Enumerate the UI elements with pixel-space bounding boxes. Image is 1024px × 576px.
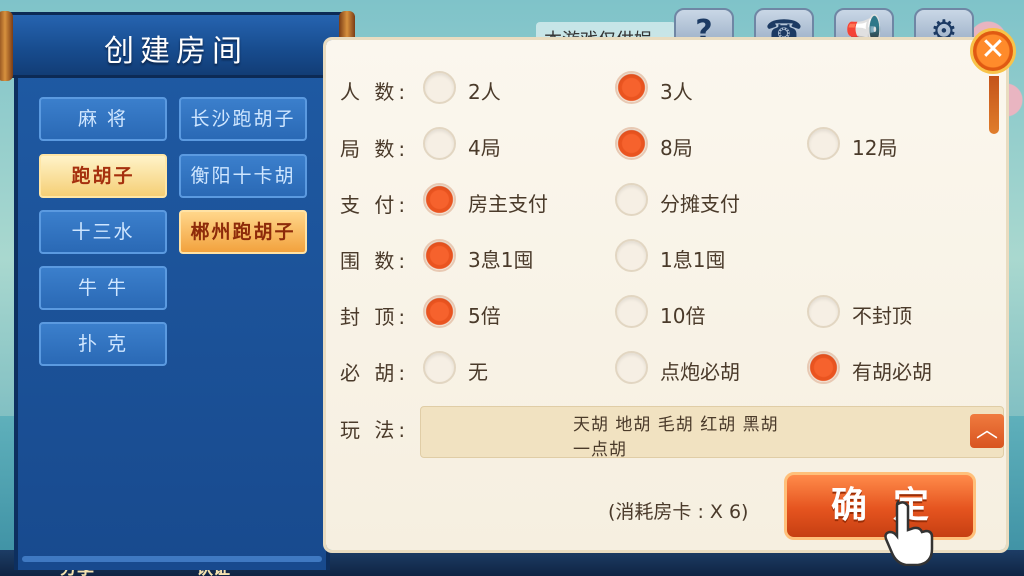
radio-players-3[interactable]: [615, 71, 648, 104]
rules-line-2: 一点胡: [573, 440, 627, 460]
radio-must-hu-dianpao[interactable]: [615, 351, 648, 384]
option-text: 2人: [468, 80, 501, 104]
close-icon[interactable]: ✕: [970, 28, 1016, 74]
tassel-decoration: [989, 76, 999, 134]
option-text: 点炮必胡: [660, 360, 740, 384]
label-must-hu: 必 胡:: [340, 361, 410, 385]
radio-cap-none[interactable]: [807, 295, 840, 328]
radio-enclosure-1[interactable]: [615, 239, 648, 272]
radio-payment-owner[interactable]: [423, 183, 456, 216]
option-text: 1息1囤: [660, 248, 726, 272]
radio-cap-5[interactable]: [423, 295, 456, 328]
radio-rounds-4[interactable]: [423, 127, 456, 160]
radio-payment-split[interactable]: [615, 183, 648, 216]
game-tab-hengyang-shikahu[interactable]: 衡阳十卡胡: [179, 154, 307, 198]
panel-title: 创建房间: [104, 34, 248, 69]
radio-cap-10[interactable]: [615, 295, 648, 328]
label-cap: 封 顶:: [340, 305, 410, 329]
game-tab-paohuzi[interactable]: 跑胡子: [39, 154, 167, 198]
option-text: 有胡必胡: [852, 360, 932, 384]
radio-enclosure-3[interactable]: [423, 239, 456, 272]
game-tab-poker[interactable]: 扑 克: [39, 322, 167, 366]
option-text: 房主支付: [468, 192, 548, 216]
rules-box[interactable]: 天胡 地胡 毛胡 红胡 黑胡 一点胡: [420, 406, 1004, 460]
game-tab-chenzhou-paohuzi[interactable]: 郴州跑胡子: [179, 210, 307, 254]
radio-must-hu-youhu[interactable]: [807, 351, 840, 384]
radio-must-hu-none[interactable]: [423, 351, 456, 384]
label-payment: 支 付:: [340, 193, 410, 217]
option-text: 5倍: [468, 304, 501, 328]
option-text: 不封顶: [852, 304, 912, 328]
game-tab-changsha-paohuzi[interactable]: 长沙跑胡子: [179, 97, 307, 141]
radio-rounds-8[interactable]: [615, 127, 648, 160]
option-text: 3息1囤: [468, 248, 534, 272]
option-text: 3人: [660, 80, 693, 104]
option-text: 分摊支付: [660, 192, 740, 216]
game-tab-niuniu[interactable]: 牛 牛: [39, 266, 167, 310]
label-enclosure: 围 数:: [340, 249, 410, 273]
radio-players-2[interactable]: [423, 71, 456, 104]
rules-line-1: 天胡 地胡 毛胡 红胡 黑胡: [573, 415, 779, 435]
option-text: 10倍: [660, 304, 706, 328]
option-text: 4局: [468, 136, 501, 160]
label-rounds: 局 数:: [340, 137, 410, 161]
chevron-up-icon[interactable]: ︿: [970, 414, 1004, 448]
game-tab-shisanshui[interactable]: 十三水: [39, 210, 167, 254]
option-text: 12局: [852, 136, 898, 160]
label-rules: 玩 法:: [340, 418, 410, 442]
game-tab-mahjong[interactable]: 麻 将: [39, 97, 167, 141]
option-text: 无: [468, 360, 488, 384]
pointing-hand-icon: [884, 500, 934, 566]
option-text: 8局: [660, 136, 693, 160]
room-card-cost: (消耗房卡 : X 6): [608, 501, 749, 523]
label-players: 人 数:: [340, 80, 410, 104]
radio-rounds-12[interactable]: [807, 127, 840, 160]
